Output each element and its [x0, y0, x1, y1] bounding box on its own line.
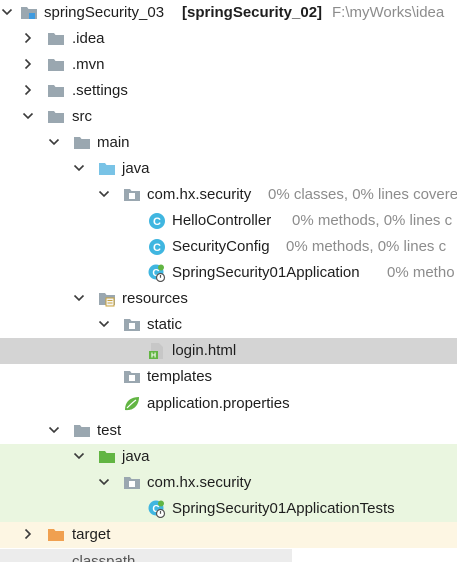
folder-label: test: [97, 422, 122, 439]
tree-row-test-java[interactable]: java: [0, 444, 457, 470]
class-label: SpringSecurity01ApplicationTests: [172, 500, 395, 517]
chevron-down-icon[interactable]: [73, 162, 85, 174]
folder-icon: [47, 30, 65, 48]
tree-row-resources[interactable]: resources: [0, 286, 457, 312]
folder-label: resources: [122, 290, 188, 307]
chevron-down-icon[interactable]: [98, 476, 110, 488]
chevron-down-icon[interactable]: [73, 292, 85, 304]
tree-row-settings[interactable]: .settings: [0, 78, 457, 104]
folder-label: main: [97, 134, 130, 151]
tree-row-hello-controller[interactable]: HelloController 0% methods, 0% lines c: [0, 208, 457, 234]
folder-label: src: [72, 108, 92, 125]
tree-row-target[interactable]: target: [0, 522, 457, 548]
folder-icon: [47, 56, 65, 74]
class-label: HelloController: [172, 212, 272, 229]
project-path: F:\myWorks\idea: [332, 4, 445, 21]
package-icon: [123, 316, 141, 334]
tree-row-test[interactable]: test: [0, 418, 457, 444]
tree-row-app-properties[interactable]: application.properties: [0, 391, 457, 417]
folder-label: target: [72, 526, 111, 543]
class-icon: [148, 212, 166, 230]
resources-folder-icon: [98, 290, 116, 308]
tree-row-mvn[interactable]: .mvn: [0, 52, 457, 78]
file-label: application.properties: [147, 395, 290, 412]
partial-row-background: [0, 549, 292, 562]
package-icon: [123, 474, 141, 492]
module-icon: [20, 4, 38, 22]
tree-row-app-class[interactable]: SpringSecurity01Application 0% metho: [0, 260, 457, 286]
tree-row-security-config[interactable]: SecurityConfig 0% methods, 0% lines c: [0, 234, 457, 260]
tree-row-main-java[interactable]: java: [0, 156, 457, 182]
chevron-down-icon[interactable]: [48, 136, 60, 148]
file-label: classpath: [72, 553, 136, 562]
folder-label: static: [147, 316, 183, 333]
tree-row-root[interactable]: springSecurity_03 [springSecurity_02] F:…: [0, 0, 457, 26]
folder-label: java: [122, 160, 150, 177]
class-label: SpringSecurity01Application: [172, 264, 360, 281]
package-icon: [123, 368, 141, 386]
spring-properties-icon: [123, 395, 141, 413]
chevron-down-icon[interactable]: [22, 110, 34, 122]
folder-icon: [73, 422, 91, 440]
tree-row-test-package[interactable]: com.hx.security: [0, 470, 457, 496]
coverage-label: 0% classes, 0% lines covere: [268, 186, 457, 203]
folder-icon: [73, 134, 91, 152]
coverage-label: 0% metho: [387, 264, 455, 281]
folder-label: .mvn: [72, 56, 105, 73]
tree-row-static[interactable]: static: [0, 312, 457, 338]
module-name: [springSecurity_02]: [182, 4, 323, 21]
chevron-down-icon[interactable]: [98, 188, 110, 200]
folder-label: .idea: [72, 30, 105, 47]
tree-row-src[interactable]: src: [0, 104, 457, 130]
file-label: login.html: [172, 342, 237, 359]
tree-row-main-package[interactable]: com.hx.security 0% classes, 0% lines cov…: [0, 182, 457, 208]
package-label: com.hx.security: [147, 186, 252, 203]
tree-row-test-class[interactable]: SpringSecurity01ApplicationTests: [0, 496, 457, 522]
folder-icon: [47, 82, 65, 100]
tree-row-login-html[interactable]: login.html: [0, 338, 457, 364]
class-label: SecurityConfig: [172, 238, 270, 255]
chevron-right-icon[interactable]: [22, 528, 34, 540]
coverage-label: 0% methods, 0% lines c: [292, 212, 453, 229]
spring-boot-class-icon: [148, 264, 166, 282]
excluded-folder-icon: [47, 526, 65, 544]
chevron-down-icon[interactable]: [1, 6, 13, 18]
chevron-right-icon[interactable]: [22, 32, 34, 44]
tree-row-idea[interactable]: .idea: [0, 26, 457, 52]
folder-label: .settings: [72, 82, 128, 99]
tree-row-main[interactable]: main: [0, 130, 457, 156]
chevron-down-icon[interactable]: [98, 318, 110, 330]
tree-row-templates[interactable]: templates: [0, 364, 457, 390]
package-icon: [123, 186, 141, 204]
chevron-right-icon[interactable]: [22, 84, 34, 96]
tree-row-classpath[interactable]: classpath: [0, 548, 457, 562]
source-folder-icon: [98, 160, 116, 178]
folder-icon: [47, 108, 65, 126]
folder-label: java: [122, 448, 150, 465]
class-icon: [148, 238, 166, 256]
package-label: com.hx.security: [147, 474, 252, 491]
html-file-icon: [148, 342, 166, 360]
folder-label: templates: [147, 368, 213, 385]
coverage-label: 0% methods, 0% lines c: [286, 238, 447, 255]
chevron-right-icon[interactable]: [22, 58, 34, 70]
chevron-down-icon[interactable]: [73, 450, 85, 462]
chevron-down-icon[interactable]: [48, 424, 60, 436]
test-folder-icon: [98, 448, 116, 466]
spring-boot-class-icon: [148, 500, 166, 518]
project-name: springSecurity_03: [44, 4, 165, 21]
